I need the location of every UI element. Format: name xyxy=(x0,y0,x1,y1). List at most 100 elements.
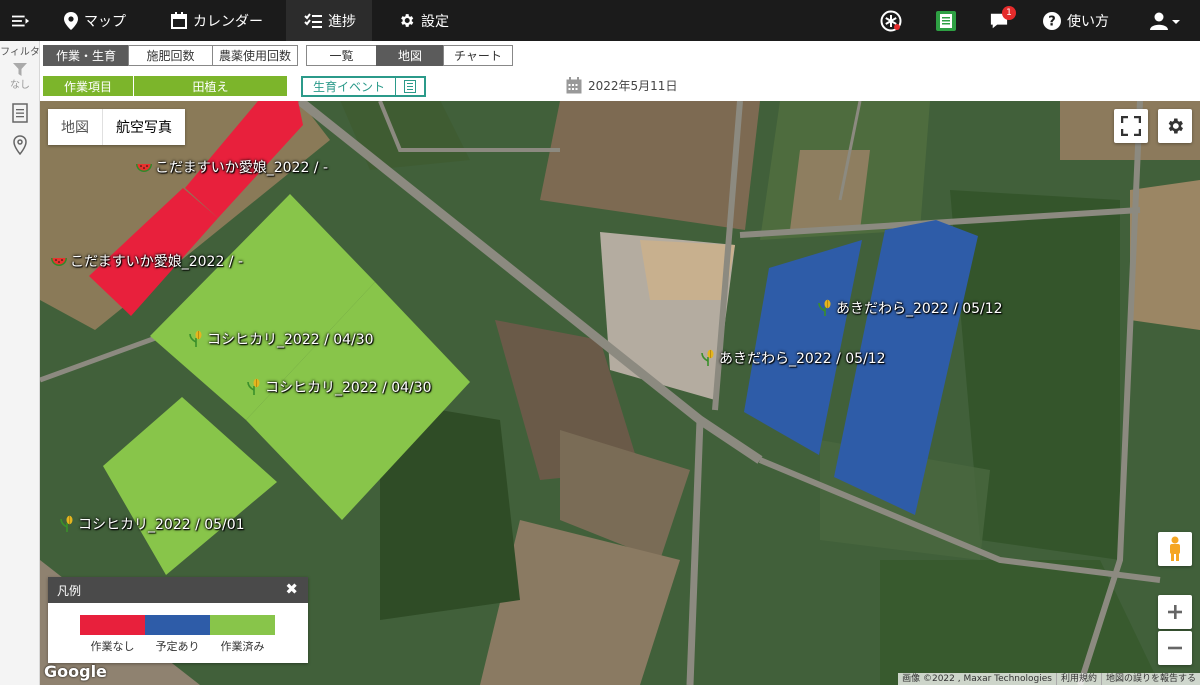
nav-progress[interactable]: 進捗 xyxy=(286,0,372,41)
filter-button[interactable] xyxy=(0,63,39,76)
legend-label-done: 作業済み xyxy=(220,640,265,653)
gear-icon xyxy=(1168,118,1183,134)
zoom-out-button[interactable] xyxy=(1158,631,1192,665)
tab-fertilizer-count[interactable]: 施肥回数 xyxy=(128,45,213,66)
user-icon xyxy=(1150,12,1180,30)
nav-progress-label: 進捗 xyxy=(328,13,356,30)
checklist-icon xyxy=(304,12,322,28)
legend-swatch-none xyxy=(80,615,145,635)
nav-map-label: マップ xyxy=(84,13,126,30)
document-icon xyxy=(11,103,28,123)
legend-swatches xyxy=(80,615,275,635)
field-label-text: あきだわら_2022 / 05/12 xyxy=(719,351,886,367)
map-pin-icon xyxy=(64,11,78,30)
google-logo: Google xyxy=(44,662,107,681)
plus-icon xyxy=(1168,605,1182,619)
legend-swatch-done xyxy=(210,615,275,635)
work-item-select[interactable]: 田植え xyxy=(134,76,287,96)
rice-plant-icon xyxy=(189,330,202,347)
svg-text:?: ? xyxy=(1048,14,1056,29)
fullscreen-icon xyxy=(1121,116,1141,136)
legend-swatch-scheduled xyxy=(145,615,210,635)
report-error-link[interactable]: 地図の誤りを報告する xyxy=(1100,673,1200,685)
close-icon[interactable]: ✖ xyxy=(285,580,298,598)
growth-event-label: 生育イベント xyxy=(312,80,385,94)
notifications-button[interactable]: 1 xyxy=(990,0,1016,41)
field-label[interactable]: あきだわら_2022 / 05/12 xyxy=(699,348,886,368)
growth-event-button[interactable]: 生育イベント xyxy=(301,76,426,97)
map-canvas[interactable]: こだますいか愛娘_2022 / - こだますいか愛娘_2022 / - コシヒカ… xyxy=(40,101,1200,685)
zoom-in-button[interactable] xyxy=(1158,595,1192,629)
rice-plant-icon xyxy=(701,349,714,366)
tab-list[interactable]: 一覧 xyxy=(306,45,377,66)
crop-wheel-button[interactable] xyxy=(880,0,908,41)
field-label-text: コシヒカリ_2022 / 04/30 xyxy=(207,332,374,348)
map-type-satellite[interactable]: 航空写真 xyxy=(102,109,185,145)
field-label-text: あきだわら_2022 / 05/12 xyxy=(836,301,1003,317)
legend-header: 凡例 ✖ xyxy=(48,577,308,603)
event-list-icon xyxy=(395,78,424,95)
field-label-text: コシヒカリ_2022 / 04/30 xyxy=(265,380,432,396)
menu-toggle-icon[interactable] xyxy=(12,0,36,41)
notification-badge: 1 xyxy=(1002,6,1016,20)
filter-state: なし xyxy=(10,80,30,91)
date-text: 2022年5月11日 xyxy=(588,78,678,93)
nav-calendar[interactable]: カレンダー xyxy=(171,0,263,41)
current-date: 2022年5月11日 xyxy=(566,75,677,95)
tab-chart[interactable]: チャート xyxy=(443,45,513,66)
list-view-button[interactable] xyxy=(0,103,39,123)
legend-label-scheduled: 予定あり xyxy=(155,640,200,653)
field-label[interactable]: コシヒカリ_2022 / 04/30 xyxy=(245,377,432,397)
legend-panel: 凡例 ✖ 作業なし 予定あり 作業済み xyxy=(48,577,308,663)
field-label[interactable]: こだますいか愛娘_2022 / - xyxy=(135,157,328,177)
nav-calendar-label: カレンダー xyxy=(193,13,263,30)
rice-plant-icon xyxy=(818,299,831,316)
report-button[interactable] xyxy=(936,0,962,41)
watermelon-icon xyxy=(136,164,152,172)
calendar-icon xyxy=(566,76,582,93)
field-label-text: コシヒカリ_2022 / 05/01 xyxy=(78,517,245,533)
terms-link[interactable]: 利用規約 xyxy=(1055,673,1101,685)
calendar-icon xyxy=(171,12,187,29)
filter-label: フィルタ xyxy=(0,47,40,58)
nav-settings[interactable]: 設定 xyxy=(398,0,449,41)
field-label[interactable]: コシヒカリ_2022 / 04/30 xyxy=(187,329,374,349)
left-rail: フィルタ なし xyxy=(0,41,40,685)
user-menu[interactable] xyxy=(1150,0,1186,41)
asterisk-circle-icon xyxy=(880,10,902,31)
legend-title: 凡例 xyxy=(57,583,82,598)
map-type-toggle: 地図 航空写真 xyxy=(48,109,185,145)
tab-work-growth[interactable]: 作業・生育 xyxy=(43,45,129,66)
top-navigation-bar: マップ カレンダー 進捗 設定 1 ? 使い方 xyxy=(0,0,1200,41)
field-label[interactable]: こだますいか愛娘_2022 / - xyxy=(50,251,243,271)
help-link[interactable]: ? 使い方 xyxy=(1043,0,1109,41)
field-label[interactable]: あきだわら_2022 / 05/12 xyxy=(816,298,1003,318)
rice-plant-icon xyxy=(60,515,73,532)
location-pin-icon xyxy=(12,135,27,155)
field-label[interactable]: コシヒカリ_2022 / 05/01 xyxy=(58,514,245,534)
spreadsheet-icon xyxy=(936,10,956,31)
tab-pesticide-count[interactable]: 農薬使用回数 xyxy=(212,45,298,66)
gear-icon xyxy=(401,14,414,27)
map-attribution: 画像 ©2022 , Maxar Technologies 利用規約 地図の誤り… xyxy=(898,673,1200,685)
nav-map[interactable]: マップ xyxy=(64,0,126,41)
fullscreen-button[interactable] xyxy=(1114,109,1148,143)
map-settings-button[interactable] xyxy=(1158,109,1192,143)
view-tabs: 一覧 地図 チャート xyxy=(306,45,513,66)
nav-settings-label: 設定 xyxy=(421,13,449,30)
location-button[interactable] xyxy=(0,135,39,155)
pegman-icon xyxy=(1170,536,1180,561)
legend-captions: 作業なし 予定あり 作業済み xyxy=(80,638,275,654)
map-type-roadmap[interactable]: 地図 xyxy=(48,109,102,145)
field-label-text: こだますいか愛娘_2022 / - xyxy=(70,254,244,270)
category-tabs: 作業・生育 施肥回数 農薬使用回数 xyxy=(43,45,298,66)
question-circle-icon: ? xyxy=(1043,11,1061,30)
work-item-label: 作業項目 xyxy=(43,76,133,96)
help-label: 使い方 xyxy=(1067,13,1109,30)
street-view-button[interactable] xyxy=(1158,532,1192,566)
tab-map[interactable]: 地図 xyxy=(376,45,444,66)
field-label-text: こだますいか愛娘_2022 / - xyxy=(155,160,329,176)
watermelon-icon xyxy=(51,258,67,266)
legend-label-none: 作業なし xyxy=(90,640,135,653)
funnel-icon xyxy=(12,63,27,76)
